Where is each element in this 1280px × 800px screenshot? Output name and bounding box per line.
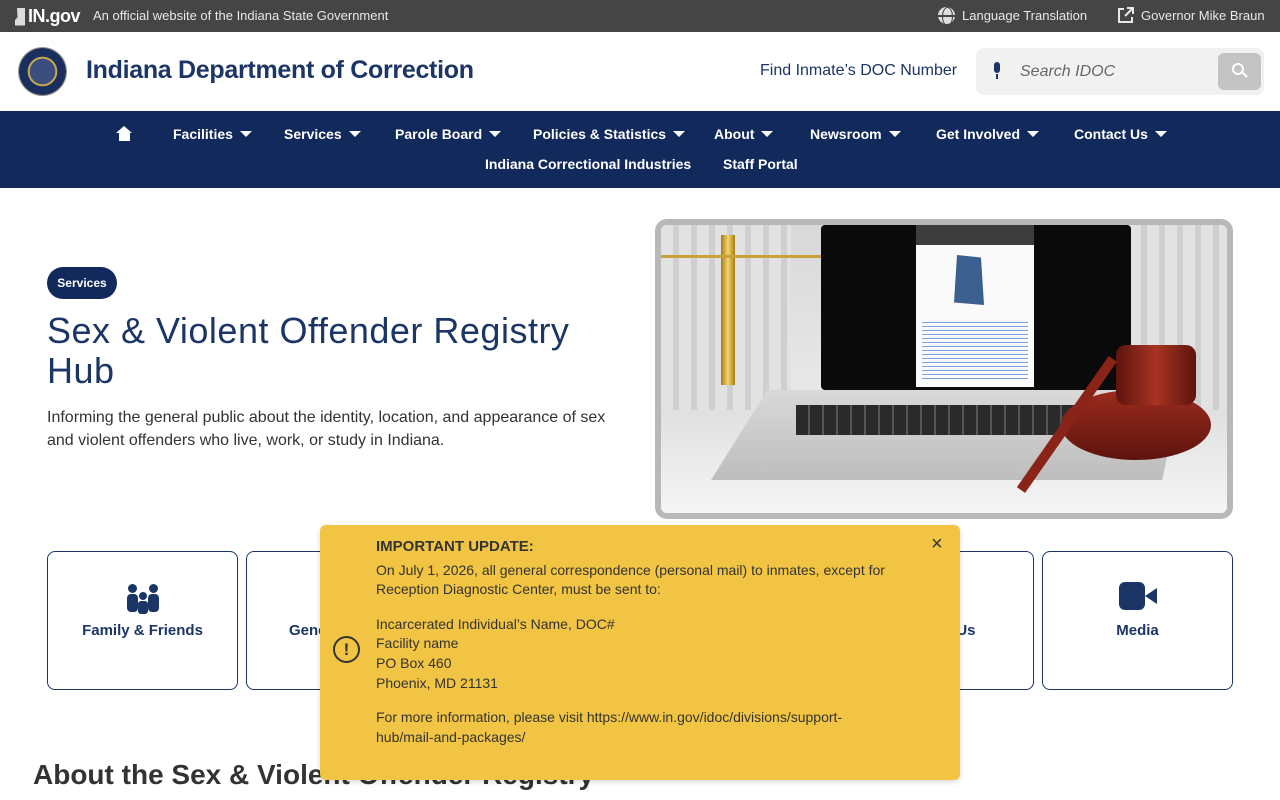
nav-staff-portal[interactable]: Staff Portal <box>723 156 798 172</box>
address-line: Incarcerated Individual’s Name, DOC# <box>376 615 615 632</box>
nav-label: Facilities <box>173 126 233 142</box>
nav-policies-statistics[interactable]: Policies & Statistics <box>533 126 686 142</box>
gavel <box>1116 345 1196 405</box>
caret-down-icon <box>1154 131 1167 137</box>
caret-down-icon <box>489 131 502 137</box>
nav-home[interactable] <box>116 126 133 141</box>
warning-icon: ! <box>333 636 360 663</box>
nav-label: Indiana Correctional Industries <box>485 156 692 172</box>
find-inmate-link[interactable]: Find Inmate’s DOC Number <box>760 62 957 80</box>
search-box <box>976 48 1264 95</box>
nav-facilities[interactable]: Facilities <box>173 126 252 142</box>
site-title[interactable]: Indiana Department of Correction <box>86 56 474 85</box>
nav-label: Staff Portal <box>723 156 798 172</box>
alert-more-info[interactable]: For more information, please visit https… <box>376 708 896 747</box>
card-label: Family & Friends <box>82 622 203 639</box>
globe-icon <box>938 7 955 26</box>
indiana-state-icon <box>15 7 25 26</box>
caret-down-icon <box>673 131 686 137</box>
alert-heading: IMPORTANT UPDATE: <box>376 538 534 555</box>
caret-down-icon <box>761 131 774 137</box>
card-family-friends[interactable]: Family & Friends <box>47 551 238 690</box>
alert-address: Incarcerated Individual’s Name, DOC# Fac… <box>376 615 896 693</box>
search-button[interactable] <box>1218 53 1261 90</box>
in-gov-logo-text: IN.gov <box>28 6 81 26</box>
nav-label: Parole Board <box>395 126 483 142</box>
governor-link[interactable]: Governor Mike Braun <box>1117 7 1265 24</box>
address-line: Phoenix, MD 21131 <box>376 674 498 691</box>
search-input[interactable] <box>1020 58 1210 85</box>
family-icon <box>126 582 159 614</box>
nav-label: About <box>714 126 755 142</box>
address-line: PO Box 460 <box>376 654 452 671</box>
nav-correctional-industries[interactable]: Indiana Correctional Industries <box>485 156 691 172</box>
caret-down-icon <box>348 131 361 137</box>
gov-tagline: An official website of the Indiana State… <box>93 8 389 23</box>
caret-down-icon <box>1027 131 1040 137</box>
caret-down-icon <box>239 131 252 137</box>
nav-get-involved[interactable]: Get Involved <box>936 126 1040 142</box>
nav-label: Newsroom <box>810 126 882 142</box>
site-header: Indiana Department of Correction Find In… <box>0 32 1280 111</box>
idoc-seal-logo[interactable] <box>18 47 67 96</box>
hero-image <box>655 219 1233 519</box>
language-translation-link[interactable]: Language Translation <box>938 7 1088 26</box>
external-link-icon <box>1118 7 1134 23</box>
language-translation-label: Language Translation <box>962 8 1088 23</box>
home-icon <box>116 126 133 141</box>
nav-newsroom[interactable]: Newsroom <box>810 126 901 142</box>
nav-label: Get Involved <box>936 126 1021 142</box>
nav-label: Services <box>284 126 342 142</box>
services-badge[interactable]: Services <box>47 267 117 299</box>
microphone-icon[interactable] <box>991 62 1003 80</box>
alert-body: On July 1, 2026, all general corresponde… <box>376 561 885 598</box>
card-media[interactable]: Media <box>1042 551 1233 690</box>
nav-about[interactable]: About <box>714 126 774 142</box>
nav-contact-us[interactable]: Contact Us <box>1074 126 1167 142</box>
nav-label: Policies & Statistics <box>533 126 667 142</box>
close-icon[interactable]: × <box>931 534 943 554</box>
gov-bar: IN.gov An official website of the Indian… <box>0 0 1280 32</box>
in-gov-logo[interactable]: IN.gov <box>15 6 81 27</box>
governor-label: Governor Mike Braun <box>1141 8 1265 23</box>
main-nav: Facilities Services Parole Board Policie… <box>0 111 1280 188</box>
card-label: Media <box>1116 622 1159 639</box>
caret-down-icon <box>888 131 901 137</box>
page-title: Sex & Violent Offender Registry Hub <box>47 310 570 391</box>
video-camera-icon <box>1118 582 1157 610</box>
nav-services[interactable]: Services <box>284 126 361 142</box>
nav-label: Contact Us <box>1074 126 1148 142</box>
nav-parole-board[interactable]: Parole Board <box>395 126 502 142</box>
address-line: Facility name <box>376 635 459 652</box>
page-description: Informing the general public about the i… <box>47 409 606 449</box>
important-update-alert: ! × IMPORTANT UPDATE: On July 1, 2026, a… <box>320 525 960 780</box>
alert-content: IMPORTANT UPDATE: On July 1, 2026, all g… <box>376 537 896 762</box>
